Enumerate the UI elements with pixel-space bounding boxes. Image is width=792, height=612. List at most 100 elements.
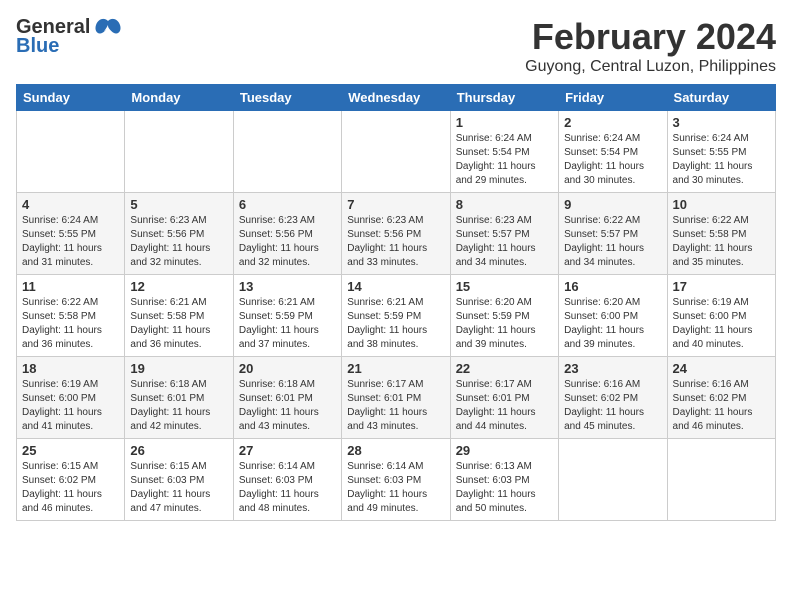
day-number: 1	[456, 115, 553, 130]
location: Guyong, Central Luzon, Philippines	[525, 58, 776, 76]
day-info: Sunrise: 6:15 AM Sunset: 6:02 PM Dayligh…	[22, 460, 119, 516]
day-number: 14	[347, 279, 444, 294]
day-number: 28	[347, 443, 444, 458]
day-number: 16	[564, 279, 661, 294]
day-number: 3	[673, 115, 770, 130]
calendar-cell: 1 Sunrise: 6:24 AM Sunset: 5:54 PM Daylig…	[450, 111, 558, 193]
day-info: Sunrise: 6:15 AM Sunset: 6:03 PM Dayligh…	[130, 460, 227, 516]
calendar-cell: 20Sunrise: 6:18 AM Sunset: 6:01 PM Dayli…	[233, 357, 341, 439]
day-info: Sunrise: 6:24 AM Sunset: 5:55 PM Dayligh…	[22, 214, 119, 270]
day-info: Sunrise: 6:13 AM Sunset: 6:03 PM Dayligh…	[456, 460, 553, 516]
calendar-cell: 27 Sunrise: 6:14 AM Sunset: 6:03 PM Dayli…	[233, 439, 341, 521]
day-info: Sunrise: 6:24 AM Sunset: 5:54 PM Dayligh…	[564, 132, 661, 188]
day-info: Sunrise: 6:16 AM Sunset: 6:02 PM Dayligh…	[564, 378, 661, 434]
calendar-week-5: 25 Sunrise: 6:15 AM Sunset: 6:02 PM Dayli…	[17, 439, 776, 521]
logo: General Blue	[16, 16, 122, 58]
calendar-week-3: 11 Sunrise: 6:22 AM Sunset: 5:58 PM Dayli…	[17, 275, 776, 357]
calendar-cell: 19Sunrise: 6:18 AM Sunset: 6:01 PM Dayli…	[125, 357, 233, 439]
day-number: 24	[673, 361, 770, 376]
day-info: Sunrise: 6:23 AM Sunset: 5:56 PM Dayligh…	[239, 214, 336, 270]
day-info: Sunrise: 6:17 AM Sunset: 6:01 PM Dayligh…	[456, 378, 553, 434]
calendar-cell: 11 Sunrise: 6:22 AM Sunset: 5:58 PM Dayli…	[17, 275, 125, 357]
calendar-cell: 24 Sunrise: 6:16 AM Sunset: 6:02 PM Dayli…	[667, 357, 775, 439]
calendar-cell: 2 Sunrise: 6:24 AM Sunset: 5:54 PM Daylig…	[559, 111, 667, 193]
day-number: 5	[130, 197, 227, 212]
day-number: 11	[22, 279, 119, 294]
calendar-cell	[233, 111, 341, 193]
calendar-cell: 9 Sunrise: 6:22 AM Sunset: 5:57 PM Daylig…	[559, 193, 667, 275]
calendar-cell: 10 Sunrise: 6:22 AM Sunset: 5:58 PM Dayli…	[667, 193, 775, 275]
calendar-cell: 18 Sunrise: 6:19 AM Sunset: 6:00 PM Dayli…	[17, 357, 125, 439]
day-info: Sunrise: 6:21 AM Sunset: 5:59 PM Dayligh…	[347, 296, 444, 352]
calendar-cell: 5 Sunrise: 6:23 AM Sunset: 5:56 PM Daylig…	[125, 193, 233, 275]
day-info: Sunrise: 6:19 AM Sunset: 6:00 PM Dayligh…	[673, 296, 770, 352]
day-number: 6	[239, 197, 336, 212]
day-number: 10	[673, 197, 770, 212]
day-info: Sunrise: 6:17 AM Sunset: 6:01 PM Dayligh…	[347, 378, 444, 434]
day-info: Sunrise: 6:22 AM Sunset: 5:57 PM Dayligh…	[564, 214, 661, 270]
day-info: Sunrise: 6:23 AM Sunset: 5:56 PM Dayligh…	[130, 214, 227, 270]
day-number: 26	[130, 443, 227, 458]
day-info: Sunrise: 6:24 AM Sunset: 5:55 PM Dayligh…	[673, 132, 770, 188]
day-info: Sunrise: 6:20 AM Sunset: 6:00 PM Dayligh…	[564, 296, 661, 352]
day-number: 27	[239, 443, 336, 458]
day-info: Sunrise: 6:19 AM Sunset: 6:00 PM Dayligh…	[22, 378, 119, 434]
calendar-cell: 23 Sunrise: 6:16 AM Sunset: 6:02 PM Dayli…	[559, 357, 667, 439]
day-info: Sunrise: 6:23 AM Sunset: 5:57 PM Dayligh…	[456, 214, 553, 270]
calendar-week-4: 18 Sunrise: 6:19 AM Sunset: 6:00 PM Dayli…	[17, 357, 776, 439]
day-number: 22	[456, 361, 553, 376]
day-info: Sunrise: 6:21 AM Sunset: 5:59 PM Dayligh…	[239, 296, 336, 352]
day-info: Sunrise: 6:21 AM Sunset: 5:58 PM Dayligh…	[130, 296, 227, 352]
title-area: February 2024 Guyong, Central Luzon, Phi…	[525, 16, 776, 76]
day-number: 7	[347, 197, 444, 212]
calendar-cell: 7 Sunrise: 6:23 AM Sunset: 5:56 PM Daylig…	[342, 193, 450, 275]
logo-blue: Blue	[16, 35, 59, 58]
day-number: 2	[564, 115, 661, 130]
day-header-wednesday: Wednesday	[342, 85, 450, 111]
calendar-cell: 15 Sunrise: 6:20 AM Sunset: 5:59 PM Dayli…	[450, 275, 558, 357]
day-number: 13	[239, 279, 336, 294]
logo-bird-icon	[94, 17, 122, 39]
day-info: Sunrise: 6:23 AM Sunset: 5:56 PM Dayligh…	[347, 214, 444, 270]
day-info: Sunrise: 6:22 AM Sunset: 5:58 PM Dayligh…	[673, 214, 770, 270]
day-info: Sunrise: 6:20 AM Sunset: 5:59 PM Dayligh…	[456, 296, 553, 352]
day-number: 12	[130, 279, 227, 294]
day-number: 9	[564, 197, 661, 212]
day-number: 23	[564, 361, 661, 376]
calendar-cell: 21Sunrise: 6:17 AM Sunset: 6:01 PM Dayli…	[342, 357, 450, 439]
day-info: Sunrise: 6:14 AM Sunset: 6:03 PM Dayligh…	[347, 460, 444, 516]
day-info: Sunrise: 6:18 AM Sunset: 6:01 PM Dayligh…	[130, 378, 227, 434]
calendar-cell: 17 Sunrise: 6:19 AM Sunset: 6:00 PM Dayli…	[667, 275, 775, 357]
calendar-cell: 22 Sunrise: 6:17 AM Sunset: 6:01 PM Dayli…	[450, 357, 558, 439]
day-info: Sunrise: 6:18 AM Sunset: 6:01 PM Dayligh…	[239, 378, 336, 434]
calendar-cell	[559, 439, 667, 521]
calendar-cell	[342, 111, 450, 193]
day-number: 15	[456, 279, 553, 294]
calendar-cell	[667, 439, 775, 521]
calendar-cell: 12 Sunrise: 6:21 AM Sunset: 5:58 PM Dayli…	[125, 275, 233, 357]
day-number: 8	[456, 197, 553, 212]
day-number: 25	[22, 443, 119, 458]
calendar-table: SundayMondayTuesdayWednesdayThursdayFrid…	[16, 84, 776, 521]
calendar-header: SundayMondayTuesdayWednesdayThursdayFrid…	[17, 85, 776, 111]
day-header-monday: Monday	[125, 85, 233, 111]
day-info: Sunrise: 6:24 AM Sunset: 5:54 PM Dayligh…	[456, 132, 553, 188]
day-header-saturday: Saturday	[667, 85, 775, 111]
calendar-cell: 3 Sunrise: 6:24 AM Sunset: 5:55 PM Daylig…	[667, 111, 775, 193]
day-info: Sunrise: 6:22 AM Sunset: 5:58 PM Dayligh…	[22, 296, 119, 352]
calendar-week-1: 1 Sunrise: 6:24 AM Sunset: 5:54 PM Daylig…	[17, 111, 776, 193]
calendar-cell	[125, 111, 233, 193]
calendar-week-2: 4Sunrise: 6:24 AM Sunset: 5:55 PM Daylig…	[17, 193, 776, 275]
day-number: 18	[22, 361, 119, 376]
day-info: Sunrise: 6:14 AM Sunset: 6:03 PM Dayligh…	[239, 460, 336, 516]
calendar-cell: 16 Sunrise: 6:20 AM Sunset: 6:00 PM Dayli…	[559, 275, 667, 357]
calendar-cell	[17, 111, 125, 193]
calendar-cell: 14 Sunrise: 6:21 AM Sunset: 5:59 PM Dayli…	[342, 275, 450, 357]
header: General Blue February 2024 Guyong, Centr…	[16, 16, 776, 76]
day-number: 17	[673, 279, 770, 294]
calendar-cell: 6 Sunrise: 6:23 AM Sunset: 5:56 PM Daylig…	[233, 193, 341, 275]
calendar-cell: 26 Sunrise: 6:15 AM Sunset: 6:03 PM Dayli…	[125, 439, 233, 521]
day-info: Sunrise: 6:16 AM Sunset: 6:02 PM Dayligh…	[673, 378, 770, 434]
calendar-cell: 28 Sunrise: 6:14 AM Sunset: 6:03 PM Dayli…	[342, 439, 450, 521]
day-header-sunday: Sunday	[17, 85, 125, 111]
